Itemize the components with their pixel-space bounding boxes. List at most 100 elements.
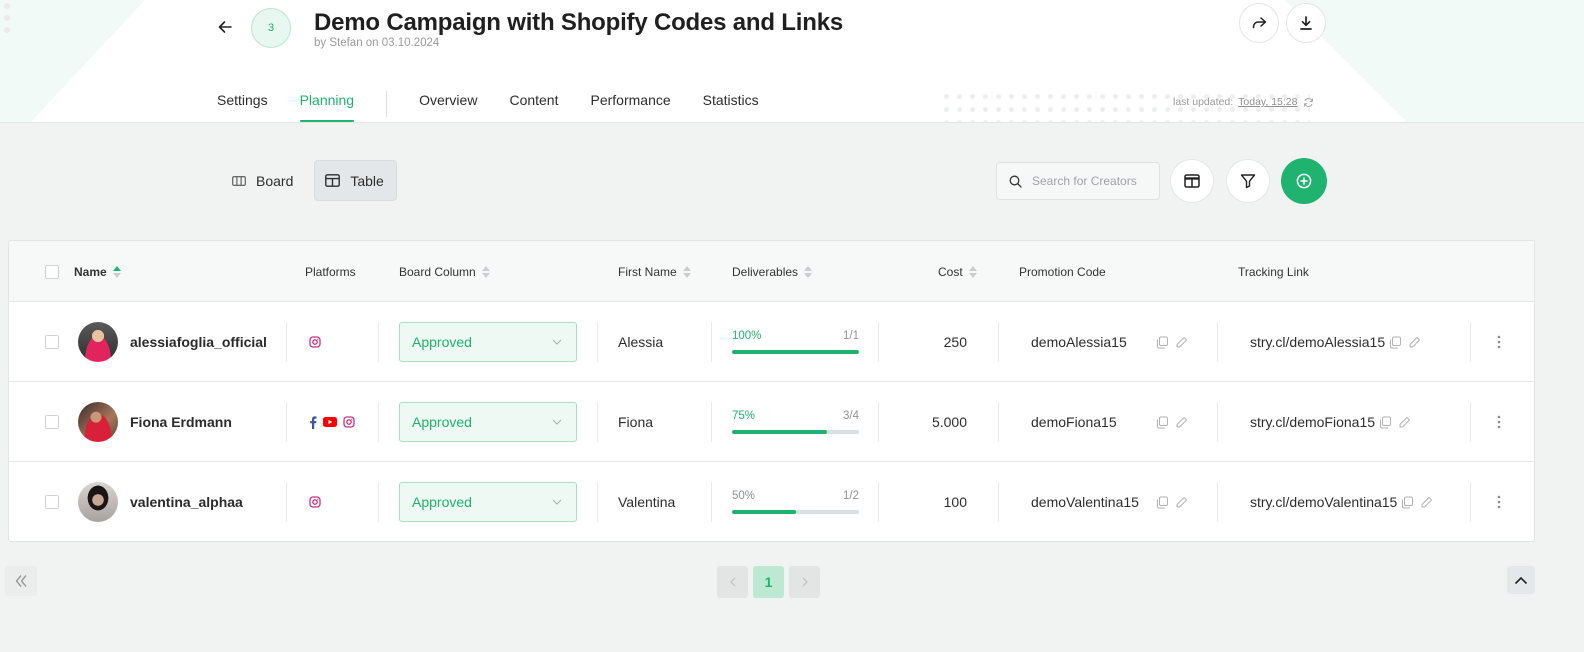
column-header-cost[interactable]: Cost	[938, 241, 977, 302]
first-name-cell: Valentina	[618, 462, 676, 541]
board-column-select[interactable]: Approved	[399, 402, 577, 442]
row-select-cell	[45, 462, 59, 541]
edit-icon[interactable]	[1398, 416, 1411, 429]
share-button[interactable]	[1239, 3, 1279, 43]
creator-name[interactable]: alessiafoglia_official	[130, 334, 267, 350]
scroll-to-top-button[interactable]	[1507, 566, 1535, 594]
search-icon	[1009, 175, 1022, 188]
chevrons-left-icon	[15, 575, 27, 587]
column-header-board-column[interactable]: Board Column	[399, 241, 490, 302]
column-divider	[1217, 402, 1218, 442]
column-header-first-name[interactable]: First Name	[618, 241, 691, 302]
column-header-promotion-code: Promotion Code	[1019, 241, 1106, 302]
filter-button[interactable]	[1226, 159, 1270, 203]
tab-overview[interactable]: Overview	[419, 92, 477, 122]
sort-icon[interactable]	[112, 265, 121, 278]
edit-icon[interactable]	[1175, 496, 1188, 509]
creator-name[interactable]: valentina_alphaa	[130, 494, 243, 510]
more-vertical-icon[interactable]	[1497, 415, 1501, 429]
copy-icon[interactable]	[1156, 496, 1169, 509]
pagination: 1	[717, 566, 820, 598]
tab-settings[interactable]: Settings	[217, 92, 268, 122]
select-all-checkbox[interactable]	[45, 264, 59, 279]
copy-icon[interactable]	[1379, 416, 1392, 429]
column-settings-button[interactable]	[1170, 159, 1214, 203]
tracking-link[interactable]: stry.cl/demoValentina15	[1250, 494, 1397, 510]
edit-icon[interactable]	[1408, 336, 1421, 349]
search-input[interactable]	[1032, 174, 1152, 188]
deliverables-count: 3/4	[843, 410, 859, 422]
tab-divider	[386, 91, 388, 117]
tab-statistics[interactable]: Statistics	[703, 92, 759, 122]
deliverables-percent: 100%	[732, 330, 762, 342]
edit-icon[interactable]	[1175, 336, 1188, 349]
platform-icons	[309, 336, 321, 348]
copy-icon[interactable]	[1401, 496, 1414, 509]
platforms-cell	[309, 462, 321, 541]
sort-icon[interactable]	[481, 265, 490, 278]
column-header-label: Tracking Link	[1238, 264, 1309, 279]
campaign-step-badge: 3	[251, 8, 291, 48]
column-header-deliverables[interactable]: Deliverables	[732, 241, 813, 302]
row-checkbox[interactable]	[45, 415, 59, 429]
download-button[interactable]	[1286, 3, 1326, 43]
copy-icon[interactable]	[1389, 336, 1402, 349]
copy-icon[interactable]	[1156, 336, 1169, 349]
tracking-link[interactable]: stry.cl/demoAlessia15	[1250, 334, 1385, 350]
campaign-tabs: Settings Planning Overview Content Perfo…	[217, 91, 791, 122]
collapse-sidebar-button[interactable]	[5, 566, 37, 596]
cost-value: 250	[943, 334, 967, 350]
last-updated: last updated: Today, 15:28	[1173, 96, 1314, 108]
previous-page-button[interactable]	[717, 566, 748, 598]
tab-content[interactable]: Content	[509, 92, 558, 122]
creator-cell[interactable]: valentina_alphaa	[78, 462, 243, 541]
deliverables-cell[interactable]: 50% 1/2	[732, 462, 859, 541]
add-creator-button[interactable]	[1281, 158, 1327, 204]
platforms-cell	[309, 382, 355, 462]
sort-icon[interactable]	[804, 265, 813, 278]
first-name: Valentina	[618, 494, 676, 510]
sort-icon[interactable]	[968, 265, 977, 278]
more-vertical-icon[interactable]	[1497, 335, 1501, 349]
column-header-name[interactable]: Name	[74, 241, 121, 302]
tab-planning[interactable]: Planning	[299, 92, 354, 122]
page-button-current[interactable]: 1	[753, 566, 784, 598]
chevron-right-icon	[802, 577, 808, 587]
chevron-down-icon	[552, 419, 562, 425]
creator-cell[interactable]: alessiafoglia_official	[78, 302, 267, 382]
deliverables-progress: 50% 1/2	[732, 490, 859, 514]
tracking-link[interactable]: stry.cl/demoFiona15	[1250, 414, 1375, 430]
row-checkbox[interactable]	[45, 335, 59, 349]
row-checkbox[interactable]	[45, 495, 59, 509]
table-header: Name Platforms Board Column First Name D…	[9, 241, 1534, 302]
chevron-up-icon	[1514, 576, 1528, 584]
promotion-code: demoAlessia15	[1031, 334, 1127, 350]
column-divider	[998, 322, 999, 362]
refresh-icon[interactable]	[1303, 97, 1314, 108]
copy-icon[interactable]	[1156, 416, 1169, 429]
board-view-button[interactable]: Board	[221, 160, 306, 201]
column-divider	[286, 482, 287, 522]
deliverables-percent: 50%	[732, 490, 756, 502]
back-button[interactable]	[212, 14, 238, 40]
edit-icon[interactable]	[1420, 496, 1433, 509]
column-divider	[378, 482, 379, 522]
sort-icon[interactable]	[682, 265, 691, 278]
table-view-button[interactable]: Table	[314, 160, 397, 201]
column-divider	[597, 322, 598, 362]
deliverables-cell[interactable]: 75% 3/4	[732, 382, 859, 462]
avatar	[78, 482, 118, 522]
instagram-icon	[309, 336, 321, 348]
edit-icon[interactable]	[1175, 416, 1188, 429]
creator-cell[interactable]: Fiona Erdmann	[78, 382, 232, 462]
more-vertical-icon[interactable]	[1497, 495, 1501, 509]
avatar	[78, 402, 118, 442]
deliverables-cell[interactable]: 100% 1/1	[732, 302, 859, 382]
creator-name[interactable]: Fiona Erdmann	[130, 414, 232, 430]
board-column-select[interactable]: Approved	[399, 482, 577, 522]
board-column-select[interactable]: Approved	[399, 322, 577, 362]
tab-performance[interactable]: Performance	[591, 92, 671, 122]
filter-icon	[1240, 174, 1256, 189]
last-updated-value[interactable]: Today, 15:28	[1238, 96, 1297, 108]
next-page-button[interactable]	[789, 566, 820, 598]
